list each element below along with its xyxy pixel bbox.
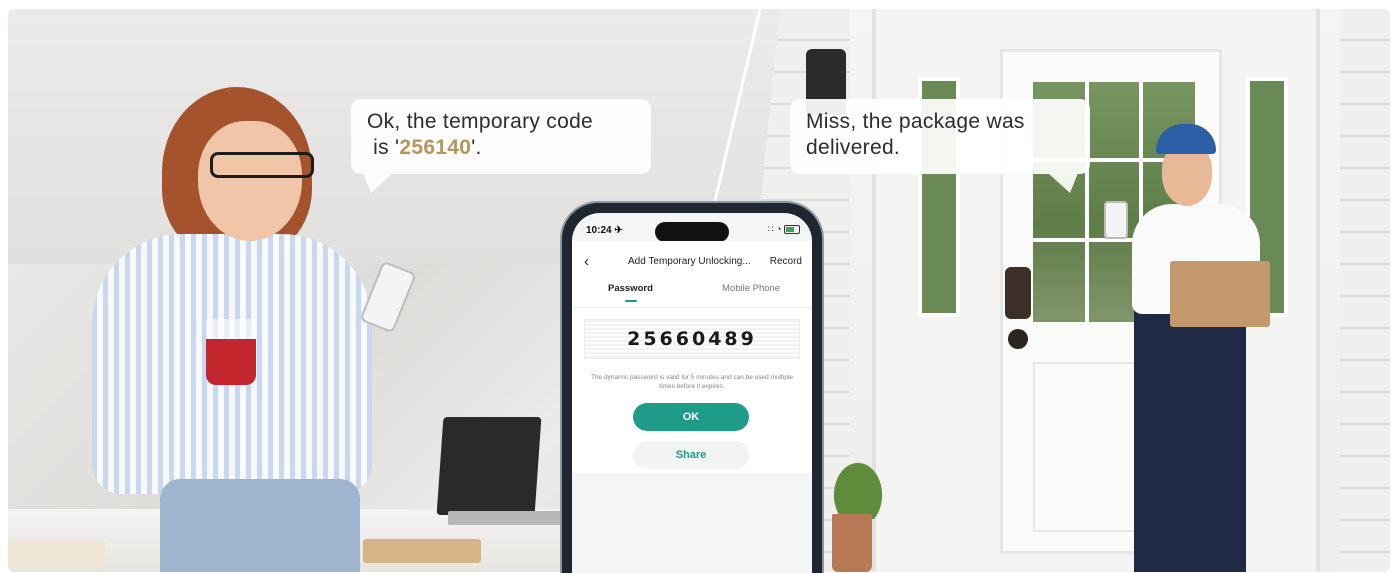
app-content: ‹ Add Temporary Unlocking... Record Pass… bbox=[572, 241, 812, 473]
phone-mockup: 10:24 ✈ ∷ ◔ ‹ Add Temporary Unlocking...… bbox=[562, 203, 822, 573]
share-button[interactable]: Share bbox=[633, 441, 749, 469]
bubble-text-suffix: '. bbox=[471, 136, 482, 159]
speech-bubble-woman: Ok, the temporary code is '256140'. bbox=[351, 99, 651, 193]
bubble-tail bbox=[363, 173, 393, 193]
ok-button[interactable]: OK bbox=[633, 403, 749, 431]
temporary-password-display: 25660489 bbox=[584, 319, 800, 359]
signal-icon: ∷ ◔ bbox=[767, 224, 782, 234]
phone-screen: 10:24 ✈ ∷ ◔ ‹ Add Temporary Unlocking...… bbox=[572, 213, 812, 573]
record-link[interactable]: Record bbox=[770, 256, 802, 267]
tab-password[interactable]: Password bbox=[608, 283, 653, 294]
bubble-tail bbox=[1048, 173, 1078, 193]
speech-bubble-courier: Miss, the package was delivered. bbox=[790, 99, 1090, 193]
status-icons: ∷ ◔ bbox=[768, 224, 800, 235]
active-tab-indicator bbox=[625, 300, 637, 302]
bubble-text-line2: is '256140'. bbox=[367, 135, 635, 161]
battery-icon bbox=[784, 225, 800, 235]
password-hint-text: The dynamic password is valid for 5 minu… bbox=[591, 374, 793, 390]
bubble-text-line1: Miss, the package was bbox=[806, 110, 1025, 133]
dynamic-island bbox=[655, 222, 729, 242]
bubble-text-line2: delivered. bbox=[806, 136, 901, 159]
bubble-text-prefix: is ' bbox=[373, 136, 400, 159]
temporary-code-highlight: 256140 bbox=[399, 136, 472, 159]
tab-divider bbox=[572, 307, 812, 308]
page-title: Add Temporary Unlocking... bbox=[628, 256, 751, 267]
tab-mobile-phone[interactable]: Mobile Phone bbox=[722, 283, 780, 294]
back-chevron-icon[interactable]: ‹ bbox=[584, 253, 589, 270]
bubble-text-line1: Ok, the temporary code bbox=[367, 110, 594, 133]
status-time: 10:24 ✈ bbox=[586, 225, 623, 236]
